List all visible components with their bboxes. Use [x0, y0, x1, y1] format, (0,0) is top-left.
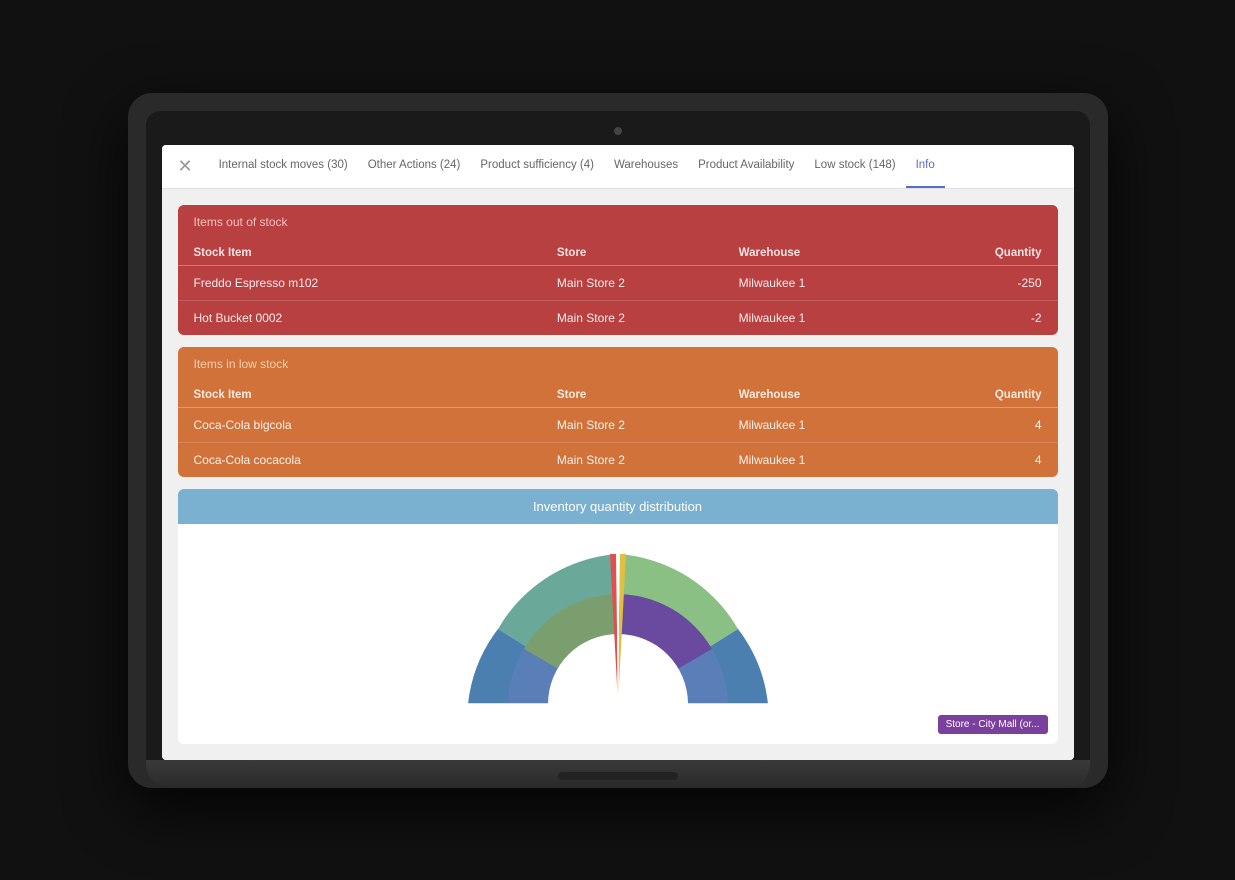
nav-item-low-stock[interactable]: Low stock (148): [804, 145, 905, 189]
col-quantity-2: Quantity: [920, 389, 1041, 401]
chart-tooltip: Store - City Mall (or...: [938, 715, 1048, 734]
low-stock-header: Items in low stock: [178, 347, 1058, 381]
low-row1-warehouse: Milwaukee 1: [739, 418, 921, 432]
row1-stock-item: Freddo Espresso m102: [194, 276, 557, 290]
low-row2-warehouse: Milwaukee 1: [739, 453, 921, 467]
close-icon[interactable]: ✕: [178, 157, 193, 175]
content-area: Items out of stock Stock Item Store Ware…: [162, 189, 1074, 760]
low-stock-section: Items in low stock Stock Item Store Ware…: [178, 347, 1058, 477]
low-row2-stock-item: Coca-Cola cocacola: [194, 453, 557, 467]
low-row1-store: Main Store 2: [557, 418, 739, 432]
laptop-base: [146, 760, 1090, 788]
donut-chart: [448, 534, 788, 724]
col-store-1: Store: [557, 247, 739, 259]
low-row1-stock-item: Coca-Cola bigcola: [194, 418, 557, 432]
chart-section: Inventory quantity distribution: [178, 489, 1058, 744]
row1-store: Main Store 2: [557, 276, 739, 290]
out-of-stock-row-1: Freddo Espresso m102 Main Store 2 Milwau…: [178, 266, 1058, 301]
low-stock-row-2: Coca-Cola cocacola Main Store 2 Milwauke…: [178, 443, 1058, 477]
low-stock-row-1: Coca-Cola bigcola Main Store 2 Milwaukee…: [178, 408, 1058, 443]
screen-bezel: ✕ Internal stock moves (30) Other Action…: [146, 111, 1090, 760]
nav-items: Internal stock moves (30) Other Actions …: [209, 145, 1058, 189]
out-of-stock-row-2: Hot Bucket 0002 Main Store 2 Milwaukee 1…: [178, 301, 1058, 335]
nav-item-info[interactable]: Info: [906, 145, 945, 189]
low-row2-quantity: 4: [920, 453, 1041, 467]
row2-quantity: -2: [920, 311, 1041, 325]
col-stock-item-2: Stock Item: [194, 389, 557, 401]
nav-item-product-sufficiency[interactable]: Product sufficiency (4): [470, 145, 604, 189]
nav-item-other-actions[interactable]: Other Actions (24): [358, 145, 471, 189]
laptop-frame: ✕ Internal stock moves (30) Other Action…: [128, 93, 1108, 788]
row1-quantity: -250: [920, 276, 1041, 290]
camera-dot: [614, 127, 622, 135]
out-of-stock-header: Items out of stock: [178, 205, 1058, 239]
row1-warehouse: Milwaukee 1: [739, 276, 921, 290]
row2-store: Main Store 2: [557, 311, 739, 325]
low-row1-quantity: 4: [920, 418, 1041, 432]
out-of-stock-section: Items out of stock Stock Item Store Ware…: [178, 205, 1058, 335]
chart-svg: [448, 534, 788, 724]
row2-warehouse: Milwaukee 1: [739, 311, 921, 325]
out-of-stock-table-header: Stock Item Store Warehouse Quantity: [178, 239, 1058, 266]
nav-item-internal-stock[interactable]: Internal stock moves (30): [209, 145, 358, 189]
col-warehouse-1: Warehouse: [739, 247, 921, 259]
row2-stock-item: Hot Bucket 0002: [194, 311, 557, 325]
col-store-2: Store: [557, 389, 739, 401]
screen: ✕ Internal stock moves (30) Other Action…: [162, 145, 1074, 760]
col-stock-item-1: Stock Item: [194, 247, 557, 259]
col-quantity-1: Quantity: [920, 247, 1041, 259]
chart-header: Inventory quantity distribution: [178, 489, 1058, 524]
low-row2-store: Main Store 2: [557, 453, 739, 467]
low-stock-table-header: Stock Item Store Warehouse Quantity: [178, 381, 1058, 408]
chart-body: Store - City Mall (or...: [178, 524, 1058, 744]
nav-bar: ✕ Internal stock moves (30) Other Action…: [162, 145, 1074, 189]
col-warehouse-2: Warehouse: [739, 389, 921, 401]
nav-item-warehouses[interactable]: Warehouses: [604, 145, 688, 189]
chart-clip: [448, 704, 788, 724]
nav-item-product-availability[interactable]: Product Availability: [688, 145, 804, 189]
